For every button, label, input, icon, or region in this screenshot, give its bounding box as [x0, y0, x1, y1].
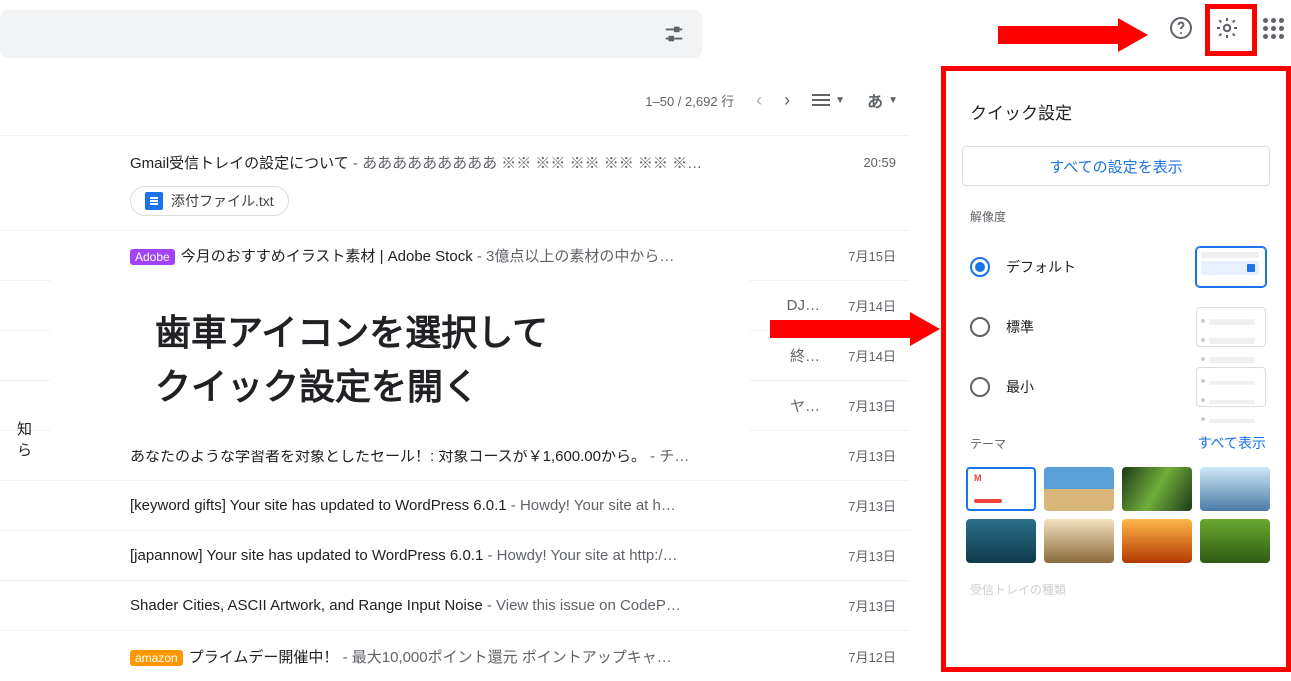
email-date: 7月13日 [820, 446, 910, 465]
inbox-type-section-label: 受信トレイの種類 [946, 563, 1286, 598]
density-dropdown[interactable]: ▼ [812, 94, 845, 106]
theme-thumb-default[interactable] [966, 467, 1036, 511]
email-snippet: - あああああああああ ※※ ※※ ※※ ※※ ※※ ※… [349, 155, 702, 172]
sender-badge: Adobe [130, 249, 175, 265]
email-row[interactable]: Gmail受信トレイの設定について - あああああああああ ※※ ※※ ※※ ※… [0, 135, 910, 231]
email-snippet: 終… [790, 348, 820, 365]
density-option-default[interactable]: デフォルト [946, 237, 1286, 297]
email-subject: [keyword gifts] Your site has updated to… [130, 497, 507, 514]
instruction-line2: クイック設定を開く [155, 360, 750, 414]
email-subject: 今月のおすすめイラスト素材 | Adobe Stock [181, 248, 473, 265]
email-date: 7月15日 [820, 246, 910, 265]
density-option-label: デフォルト [1006, 257, 1076, 277]
email-date: 7月14日 [820, 346, 910, 365]
radio-icon [970, 257, 990, 277]
email-date: 20:59 [820, 143, 910, 170]
email-subject: Gmail受信トレイの設定について [130, 155, 349, 172]
density-option-label: 標準 [1006, 317, 1034, 337]
list-toolbar: 1–50 / 2,692 行 ‹ › ▼ あ ▼ [0, 88, 910, 112]
instruction-overlay: 歯車アイコンを選択して クイック設定を開く [50, 270, 750, 450]
truncated-left-text: 知ら [0, 418, 38, 460]
gear-highlight-annotation [1205, 4, 1257, 56]
density-thumb-compact [1196, 367, 1266, 407]
density-section-label: 解像度 [946, 208, 1286, 237]
email-snippet: - 3億点以上の素材の中から… [473, 248, 675, 265]
email-snippet: - View this issue on CodeP… [483, 597, 681, 614]
quick-settings-title: クイック設定 [946, 71, 1286, 146]
theme-section-label: テーマ [970, 435, 1006, 452]
email-subject: Shader Cities, ASCII Artwork, and Range … [130, 597, 483, 614]
row-counter: 1–50 / 2,692 行 [645, 91, 734, 110]
radio-icon [970, 377, 990, 397]
document-icon [145, 192, 163, 210]
theme-thumb-beach[interactable] [1044, 467, 1114, 511]
theme-thumb-lake[interactable] [1200, 467, 1270, 511]
attachment-chip[interactable]: 添付ファイル.txt [130, 186, 289, 216]
attachment-name: 添付ファイル.txt [171, 191, 274, 211]
email-date: 7月13日 [820, 596, 910, 615]
density-option-comfortable[interactable]: 標準 [946, 297, 1286, 357]
email-date: 7月13日 [820, 546, 910, 565]
quick-settings-panel: クイック設定 すべての設定を表示 解像度 デフォルト 標準 最小 [946, 71, 1286, 667]
email-date: 7月13日 [820, 396, 910, 415]
arrow-annotation-mid [770, 312, 940, 346]
theme-grid [946, 463, 1286, 563]
email-date: 7月13日 [820, 496, 910, 515]
density-thumb-default [1196, 247, 1266, 287]
email-snippet: ヤ… [790, 398, 820, 415]
theme-thumb-chess[interactable] [1044, 519, 1114, 563]
radio-icon [970, 317, 990, 337]
density-option-compact[interactable]: 最小 [946, 357, 1286, 417]
apps-grid-icon[interactable] [1259, 14, 1287, 42]
prev-page-icon[interactable]: ‹ [756, 90, 762, 111]
email-snippet: - Howdy! Your site at http:/… [483, 547, 677, 564]
arrow-annotation-top [998, 18, 1148, 52]
email-subject: プライムデー開催中！ [189, 649, 339, 666]
tune-icon[interactable] [660, 20, 688, 48]
theme-thumb-ocean[interactable] [966, 519, 1036, 563]
sender-badge: amazon [130, 650, 183, 666]
theme-thumb-sunset[interactable] [1122, 519, 1192, 563]
all-settings-button[interactable]: すべての設定を表示 [962, 146, 1270, 186]
email-snippet: - チ… [646, 448, 689, 465]
density-thumb-comfortable [1196, 307, 1266, 347]
theme-thumb-forest[interactable] [1122, 467, 1192, 511]
email-row[interactable]: [keyword gifts] Your site has updated to… [0, 481, 910, 531]
email-subject: あなたのような学習者を対象としたセール！: 対象コースが￥1,600.00から。 [130, 448, 646, 465]
search-bar[interactable] [0, 10, 702, 58]
email-snippet: - 最大10,000ポイント還元 ポイントアップキャ… [338, 649, 671, 666]
email-subject: [japannow] Your site has updated to Word… [130, 547, 483, 564]
email-date: 7月12日 [820, 647, 910, 666]
next-page-icon[interactable]: › [784, 90, 790, 111]
email-row[interactable]: Shader Cities, ASCII Artwork, and Range … [0, 581, 910, 631]
instruction-line1: 歯車アイコンを選択して [155, 306, 750, 360]
email-snippet: - Howdy! Your site at h… [507, 497, 676, 514]
email-row[interactable]: [japannow] Your site has updated to Word… [0, 531, 910, 581]
theme-thumb-butterfly[interactable] [1200, 519, 1270, 563]
email-row[interactable]: amazon プライムデー開催中！ - 最大10,000ポイント還元 ポイントアッ… [0, 631, 910, 681]
ime-dropdown[interactable]: あ ▼ [867, 88, 898, 112]
density-option-label: 最小 [1006, 377, 1034, 397]
help-icon[interactable] [1167, 14, 1195, 42]
theme-view-all-link[interactable]: すべて表示 [1198, 433, 1266, 453]
